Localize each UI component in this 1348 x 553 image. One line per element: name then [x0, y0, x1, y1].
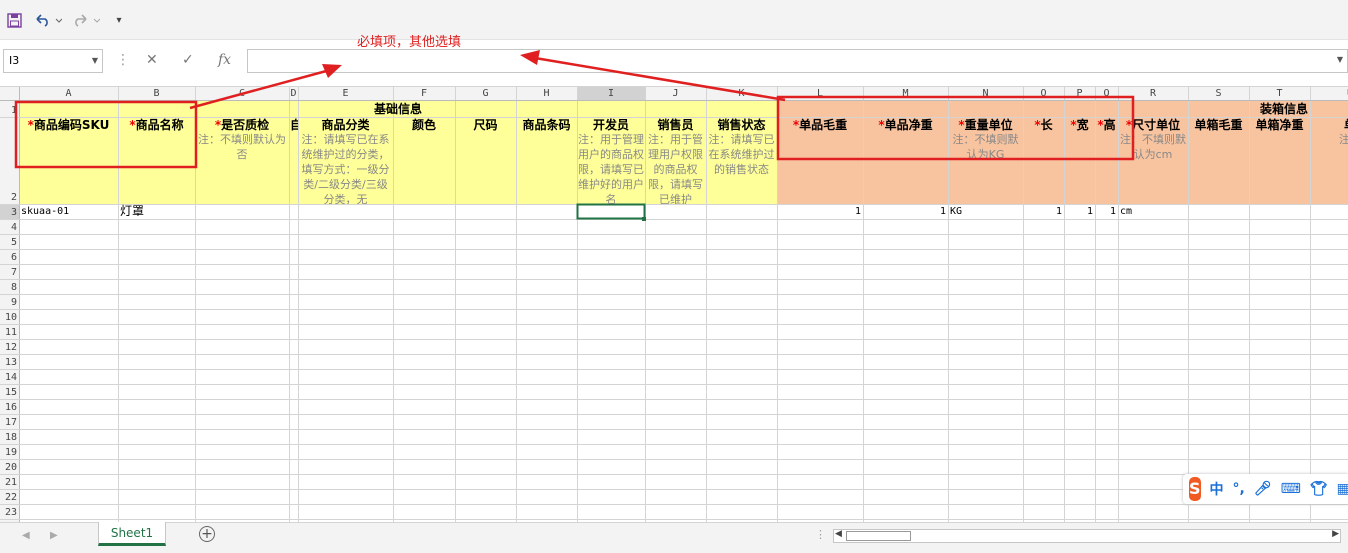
- arrow-left-head: [322, 64, 342, 78]
- arrow-right-line: [534, 56, 786, 102]
- scroll-left-icon[interactable]: ◀: [835, 529, 842, 539]
- ime-toolbar: S 中 °, 🎤︎ ⌨ 👕︎ ▦: [1183, 474, 1348, 504]
- scrollbar-thumb[interactable]: [846, 531, 911, 541]
- more-icon: ⋮: [815, 528, 826, 541]
- scroll-right-icon[interactable]: ▶: [1332, 529, 1339, 539]
- horizontal-scrollbar[interactable]: ◀ ▶: [833, 529, 1341, 543]
- arrow-left-line: [189, 68, 331, 110]
- next-sheet-icon[interactable]: ▶: [50, 530, 58, 541]
- keyboard-icon[interactable]: ⌨: [1281, 481, 1301, 497]
- ime-punct[interactable]: °,: [1233, 481, 1245, 497]
- grid-menu-icon[interactable]: ▦: [1337, 481, 1348, 497]
- sheet-tab-sheet1[interactable]: Sheet1: [98, 522, 166, 546]
- ime-mode[interactable]: 中: [1210, 479, 1224, 499]
- annotation-overlay: [14, 50, 1135, 169]
- skin-icon[interactable]: 👕︎: [1310, 481, 1328, 497]
- microphone-icon[interactable]: 🎤︎: [1254, 481, 1272, 497]
- arrow-right-head: [520, 50, 540, 65]
- sogou-logo-icon[interactable]: S: [1189, 477, 1201, 501]
- add-sheet-icon[interactable]: +: [199, 526, 215, 542]
- prev-sheet-icon[interactable]: ◀: [22, 530, 30, 541]
- required-fields-box-left: [14, 100, 198, 169]
- required-fields-box-right: [776, 95, 1135, 161]
